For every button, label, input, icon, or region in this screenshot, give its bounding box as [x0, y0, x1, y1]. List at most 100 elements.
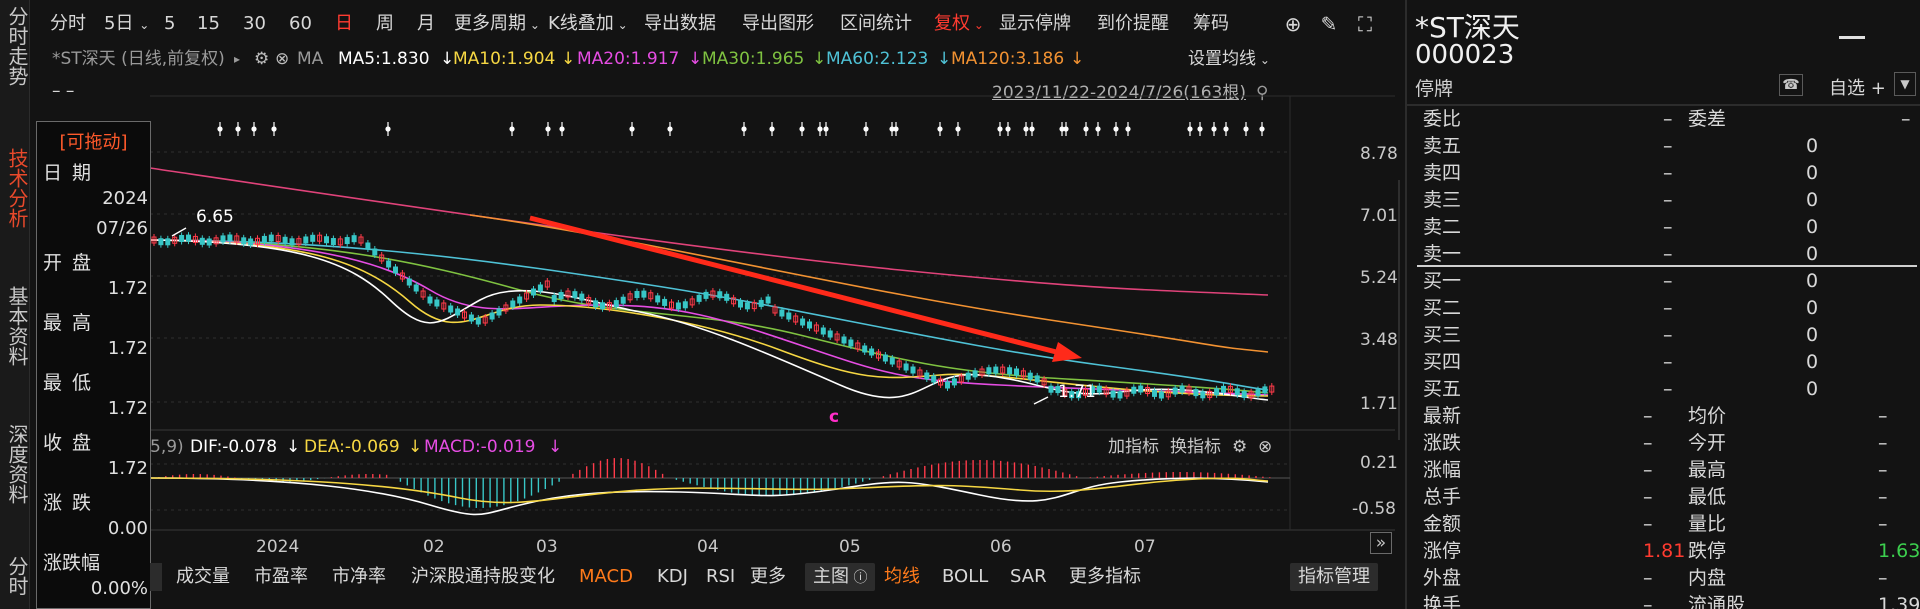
main-chart-box[interactable]: 主图 ⓘ	[805, 563, 876, 591]
dea-line	[149, 477, 1269, 504]
candle-body	[827, 330, 833, 338]
weicha-label: 委差	[1688, 108, 1727, 130]
candle-body	[1179, 385, 1185, 393]
watchlist-dropdown-icon[interactable]: ▼	[1894, 72, 1916, 96]
buy-level-volume: 0	[1806, 270, 1819, 292]
stat-row-label: 外盘	[1423, 567, 1462, 589]
candle-body	[786, 312, 792, 320]
date-label: 日 期	[43, 162, 94, 184]
buy-level-label: 买三	[1423, 324, 1462, 346]
kline-chart[interactable]	[0, 0, 1400, 560]
sell-level-row[interactable]: 卖四 – 0	[1423, 160, 1913, 186]
tab-more-indicators[interactable]: 更多指标	[1069, 560, 1141, 594]
sell-level-row[interactable]: 卖二 – 0	[1423, 214, 1913, 240]
bell-icon[interactable]: ☎	[1779, 74, 1803, 96]
stat-row-label: 金额	[1423, 513, 1462, 535]
sell-level-label: 卖四	[1423, 162, 1462, 184]
stat-row-label: 总手	[1423, 486, 1462, 508]
stat-row-value-2: 1.39亿	[1878, 594, 1920, 609]
candle-body	[365, 242, 371, 250]
stat-row-label-2: 今开	[1688, 432, 1727, 454]
sell-level-volume: 0	[1806, 162, 1819, 184]
event-markers	[217, 122, 1265, 136]
candle-body	[206, 238, 212, 246]
candle-body	[593, 300, 599, 308]
sell-level-volume: 0	[1806, 216, 1819, 238]
high-price-label: 6.65	[196, 207, 234, 227]
stat-row-value: –	[1643, 459, 1653, 481]
candle-body	[303, 236, 309, 244]
candle-body	[330, 238, 336, 246]
candle-body	[199, 237, 205, 245]
sell-level-row[interactable]: 卖一 – 0	[1423, 241, 1913, 267]
tab-volume[interactable]: 成交量	[176, 560, 230, 594]
candle-body	[758, 299, 764, 307]
sell-level-label: 卖五	[1423, 135, 1462, 157]
tab-kdj[interactable]: KDJ	[657, 560, 688, 594]
tab-boll[interactable]: BOLL	[942, 560, 988, 594]
scroll-right-button[interactable]: »	[1370, 532, 1392, 554]
buy-level-row[interactable]: 买二 – 0	[1423, 295, 1913, 321]
stat-row: 涨停 1.81 跌停 1.63	[1423, 538, 1920, 564]
candle-body	[475, 317, 481, 325]
add-to-watchlist-button[interactable]: 自选 +	[1829, 74, 1886, 100]
minimize-icon[interactable]	[1839, 36, 1865, 39]
candle-body	[682, 301, 688, 309]
weibi-label: 委比	[1423, 108, 1462, 130]
candle-body	[1158, 391, 1164, 399]
sell-level-label: 卖三	[1423, 189, 1462, 211]
buy-level-row[interactable]: 买五 – 0	[1423, 376, 1913, 402]
stat-row: 总手 – 最低 –	[1423, 484, 1913, 510]
indicator-manage-button[interactable]: 指标管理	[1290, 563, 1378, 591]
sell-level-row[interactable]: 卖三 – 0	[1423, 187, 1913, 213]
add-indicator-button[interactable]: 加指标	[1108, 436, 1159, 458]
pct-change-label: 涨跌幅	[43, 552, 101, 574]
buy-level-row[interactable]: 买四 – 0	[1423, 349, 1913, 375]
gear-icon[interactable]: ⚙	[1232, 436, 1247, 458]
stat-row-value: –	[1643, 432, 1653, 454]
candle-body	[1241, 390, 1247, 398]
stat-row-value: –	[1643, 486, 1653, 508]
tab-sar[interactable]: SAR	[1010, 560, 1047, 594]
stat-row-value-2: –	[1878, 432, 1888, 454]
tab-fenshi-2[interactable]: 分时	[0, 556, 30, 596]
tab-more[interactable]: 更多	[750, 560, 786, 594]
candle-body	[889, 357, 895, 365]
candle-body	[744, 302, 750, 310]
event-marker-c[interactable]: c	[829, 406, 839, 428]
stat-row: 换手 – 流通股 1.39亿	[1423, 592, 1920, 609]
floating-data-panel[interactable]: [可拖动] 日 期 2024 07/26 开 盘 1.72 最 高 1.72 最…	[36, 121, 151, 609]
candle-body	[848, 339, 854, 347]
drag-handle[interactable]: [可拖动]	[37, 128, 150, 154]
candle-body	[675, 302, 681, 310]
tab-macd[interactable]: MACD	[579, 560, 633, 594]
candle-body	[248, 238, 254, 246]
close-value: 1.72	[107, 458, 148, 479]
buy-level-label: 买五	[1423, 378, 1462, 400]
candle-body	[779, 309, 785, 317]
tab-rsi[interactable]: RSI	[706, 560, 735, 594]
arrow-down-icon: ↓	[548, 437, 563, 457]
buy-level-row[interactable]: 买三 – 0	[1423, 322, 1913, 348]
tab-ma[interactable]: 均线	[884, 560, 920, 594]
stat-row-value: –	[1643, 594, 1653, 609]
candle-body	[862, 345, 868, 353]
candle-body	[537, 284, 543, 292]
tab-pb[interactable]: 市净率	[332, 560, 386, 594]
candle-body	[186, 234, 191, 242]
switch-indicator-button[interactable]: 换指标	[1170, 436, 1221, 458]
sell-level-row[interactable]: 卖五 – 0	[1423, 133, 1913, 159]
tab-northbound-holdings[interactable]: 沪深股通持股变化	[411, 560, 555, 594]
buy-level-price: –	[1663, 378, 1673, 400]
buy-level-price: –	[1663, 297, 1673, 319]
close-icon[interactable]: ⊗	[1258, 436, 1272, 458]
candle-body	[1221, 385, 1226, 393]
stat-row-value: 1.81	[1643, 540, 1686, 562]
price-tick-4: 3.48	[1360, 330, 1398, 350]
tab-pe[interactable]: 市盈率	[254, 560, 308, 594]
weicha-value: –	[1901, 108, 1911, 130]
stat-row-label-2: 流通股	[1688, 594, 1746, 609]
buy-level-row[interactable]: 买一 – 0	[1423, 268, 1913, 294]
candle-body	[800, 318, 806, 326]
candle-body	[413, 284, 419, 292]
